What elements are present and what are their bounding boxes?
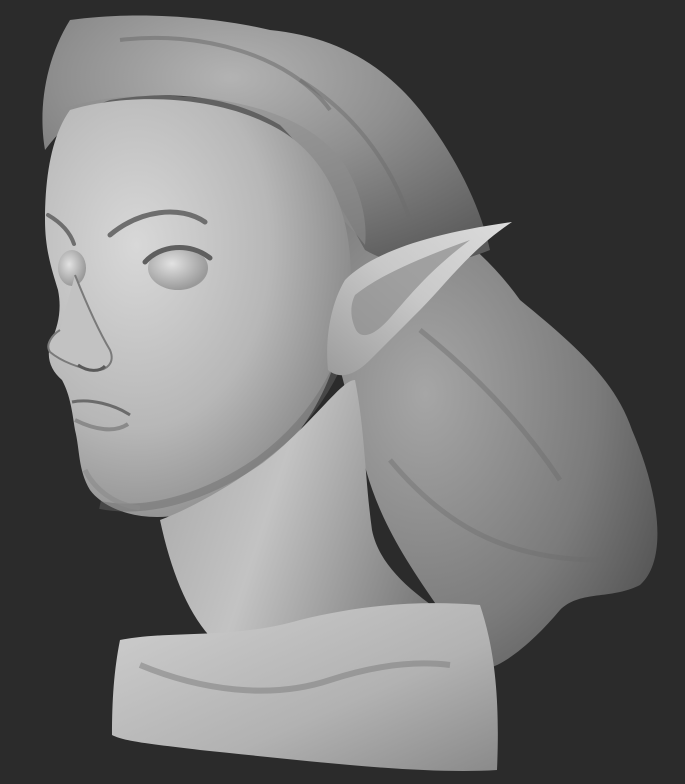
sculpt-viewport[interactable] <box>0 0 685 784</box>
elf-bust-render <box>42 15 658 771</box>
eye-far <box>58 250 86 286</box>
